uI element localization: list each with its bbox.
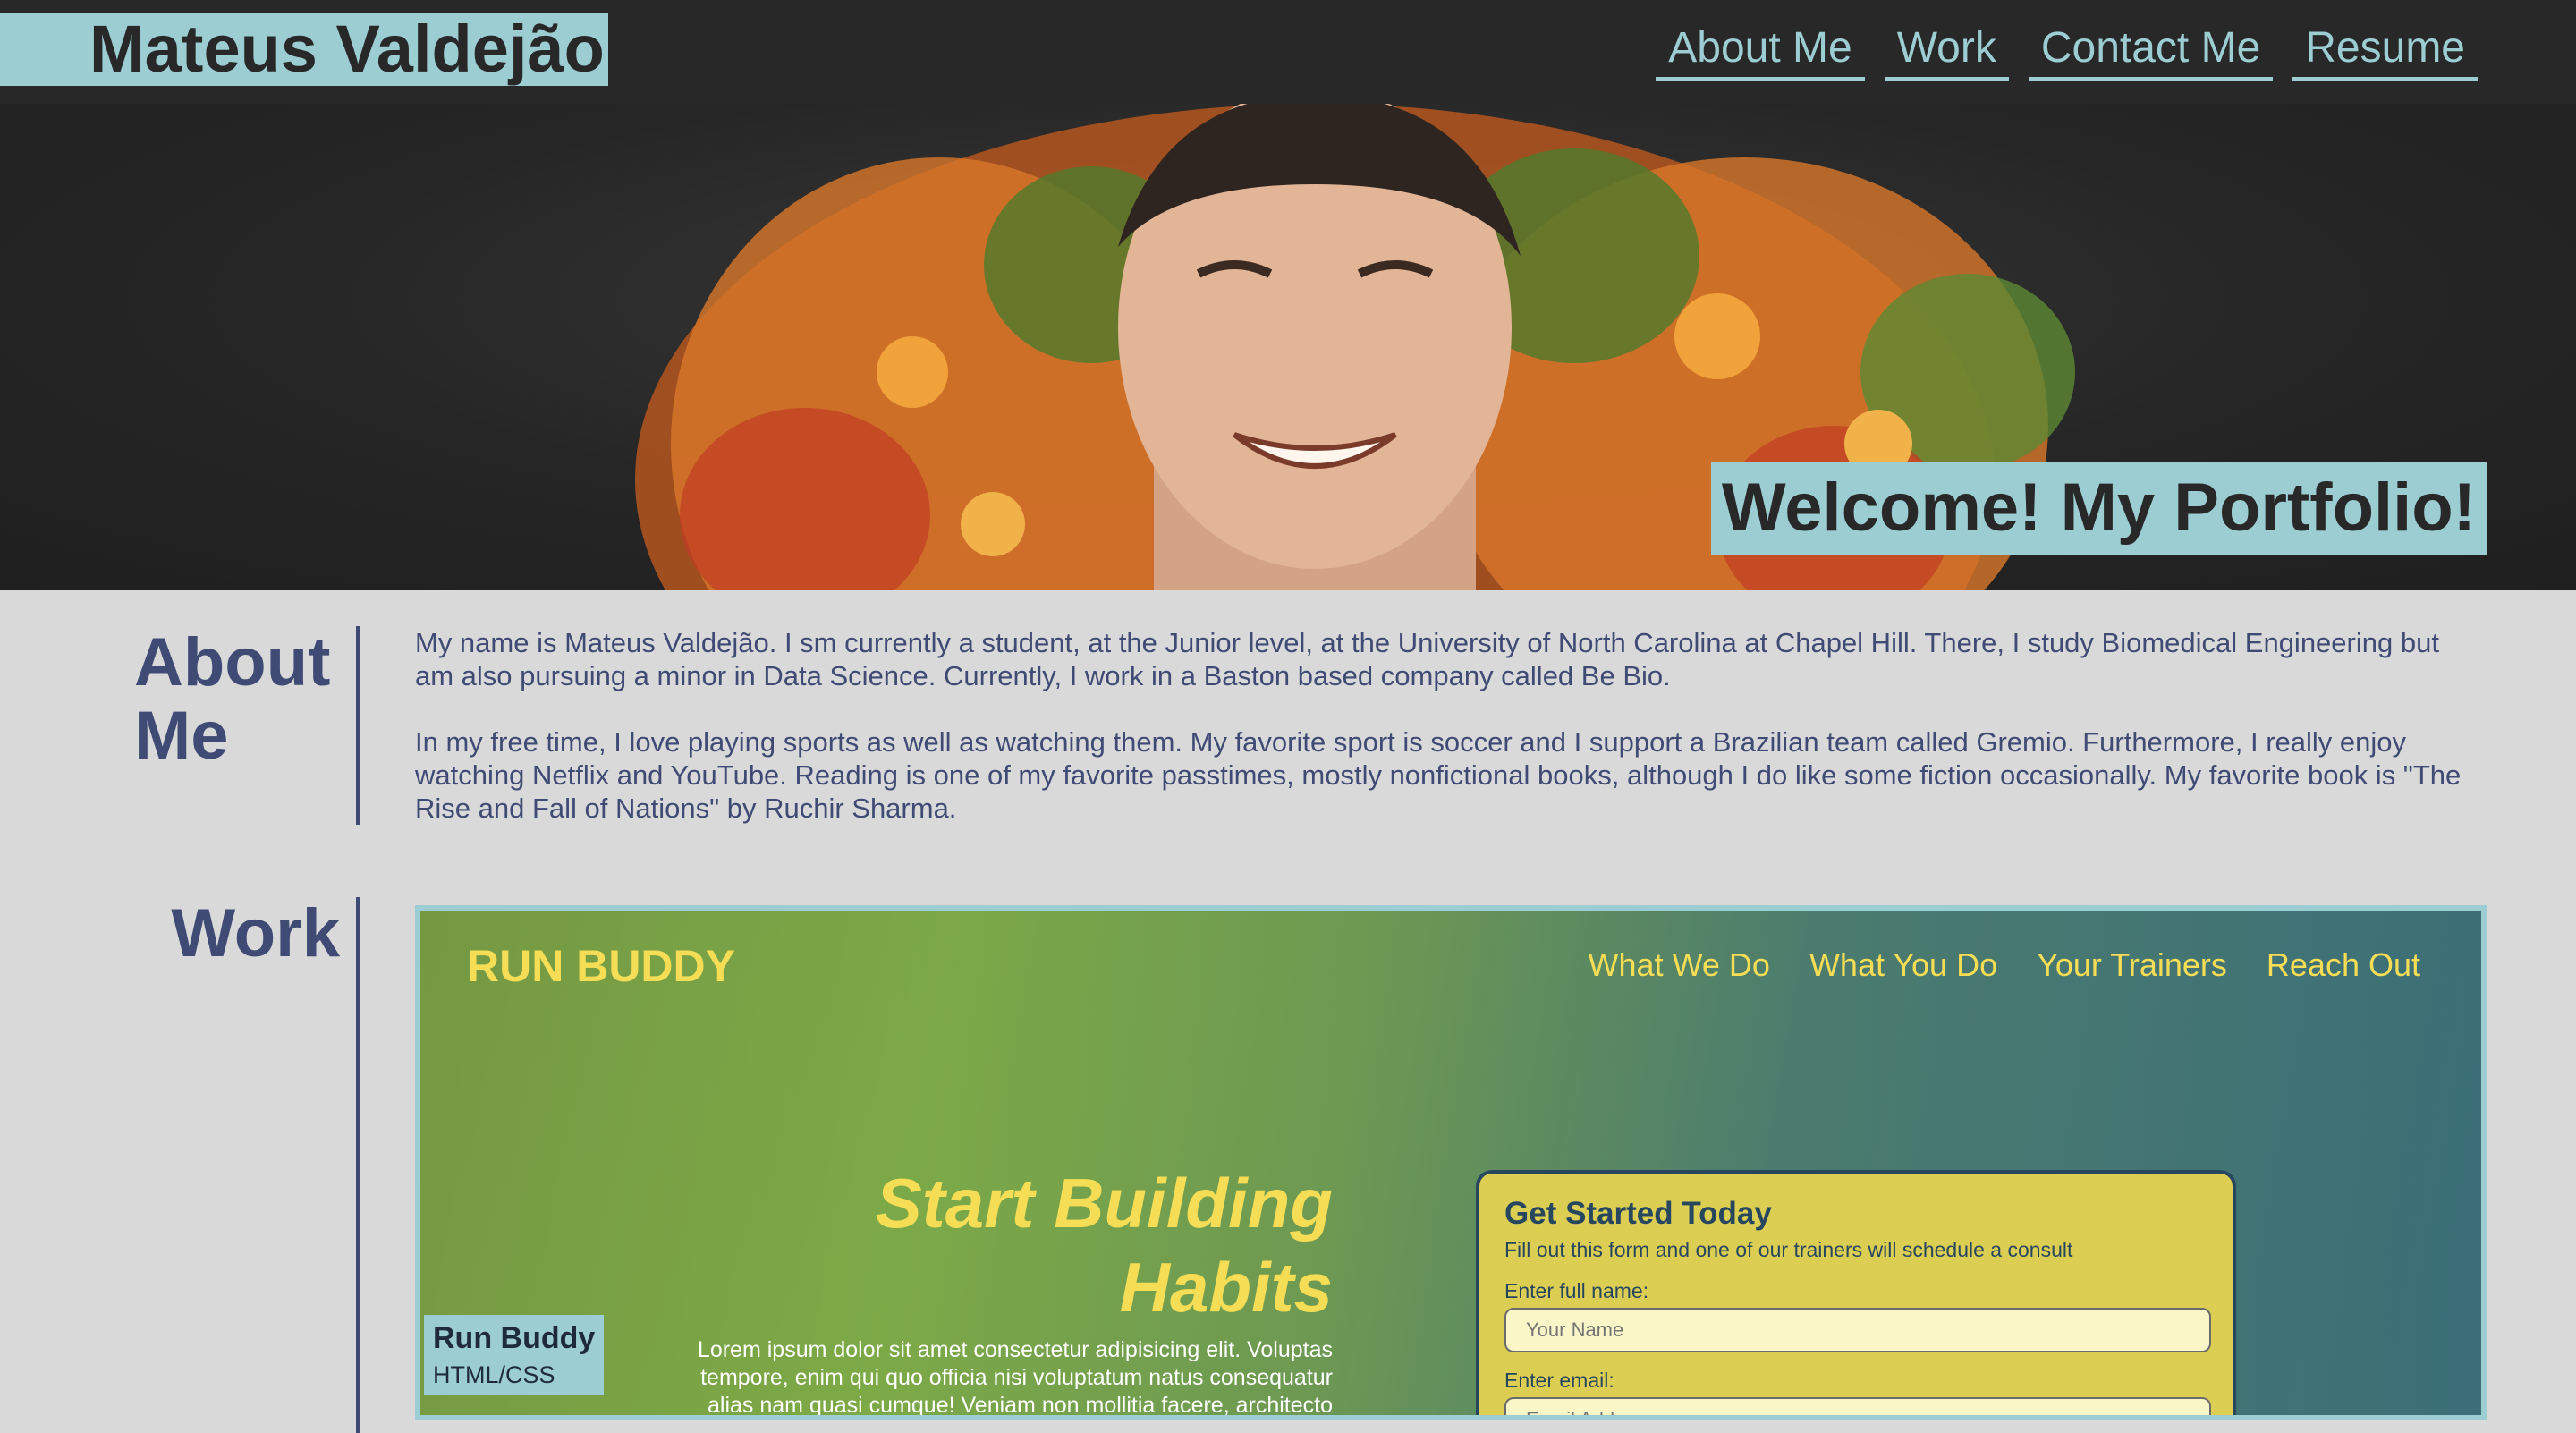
nav-about-me[interactable]: About Me bbox=[1656, 20, 1865, 81]
run-buddy-headline: Start Building Habits bbox=[778, 1161, 1333, 1329]
site-brand[interactable]: Mateus Valdejão bbox=[0, 13, 608, 86]
site-header: Mateus Valdejão About Me Work Contact Me… bbox=[0, 0, 2576, 104]
name-field bbox=[1504, 1308, 2211, 1352]
email-field bbox=[1504, 1397, 2211, 1415]
project-label[interactable]: Run Buddy HTML/CSS bbox=[424, 1315, 605, 1395]
nav-resume[interactable]: Resume bbox=[2292, 20, 2478, 81]
nav-contact-me[interactable]: Contact Me bbox=[2028, 20, 2274, 81]
project-tech: HTML/CSS bbox=[433, 1361, 555, 1388]
work-divider bbox=[356, 897, 360, 1433]
run-buddy-logo: RUN BUDDY bbox=[467, 941, 735, 991]
work-heading: Work bbox=[171, 895, 340, 971]
form-subtitle: Fill out this form and one of our traine… bbox=[1504, 1238, 2073, 1261]
hero-banner: Welcome! My Portfolio! bbox=[0, 104, 2576, 590]
run-buddy-body-text: Lorem ipsum dolor sit amet consectetur a… bbox=[697, 1337, 1333, 1418]
project-card-run-buddy[interactable]: RUN BUDDY What We Do What You Do Your Tr… bbox=[415, 905, 2487, 1420]
email-label: Enter email: bbox=[1504, 1369, 1614, 1392]
welcome-banner: Welcome! My Portfolio! bbox=[1710, 462, 2487, 555]
run-buddy-nav-item: What You Do bbox=[1809, 946, 1998, 983]
about-me-heading: About Me bbox=[134, 624, 331, 774]
form-title: Get Started Today bbox=[1504, 1196, 1772, 1231]
about-paragraph: My name is Mateus Valdejão. I sm current… bbox=[415, 627, 2439, 691]
main-nav: About Me Work Contact Me Resume bbox=[1656, 20, 2478, 81]
run-buddy-nav-item: What We Do bbox=[1588, 946, 1770, 983]
nav-work[interactable]: Work bbox=[1884, 20, 2009, 81]
run-buddy-nav-item: Reach Out bbox=[2266, 946, 2420, 983]
name-label: Enter full name: bbox=[1504, 1279, 1649, 1302]
run-buddy-headline-line: Habits bbox=[1119, 1248, 1333, 1327]
run-buddy-nav-item: Your Trainers bbox=[2037, 946, 2227, 983]
run-buddy-nav: What We Do What You Do Your Trainers Rea… bbox=[1589, 943, 2420, 988]
run-buddy-headline-line: Start Building bbox=[875, 1164, 1333, 1242]
about-me-text: My name is Mateus Valdejão. I sm current… bbox=[415, 626, 2472, 825]
about-me-divider bbox=[356, 626, 360, 825]
about-paragraph: In my free time, I love playing sports a… bbox=[415, 726, 2462, 824]
run-buddy-signup-form: Get Started Today Fill out this form and… bbox=[1476, 1170, 2236, 1415]
project-title: Run Buddy bbox=[433, 1321, 596, 1355]
